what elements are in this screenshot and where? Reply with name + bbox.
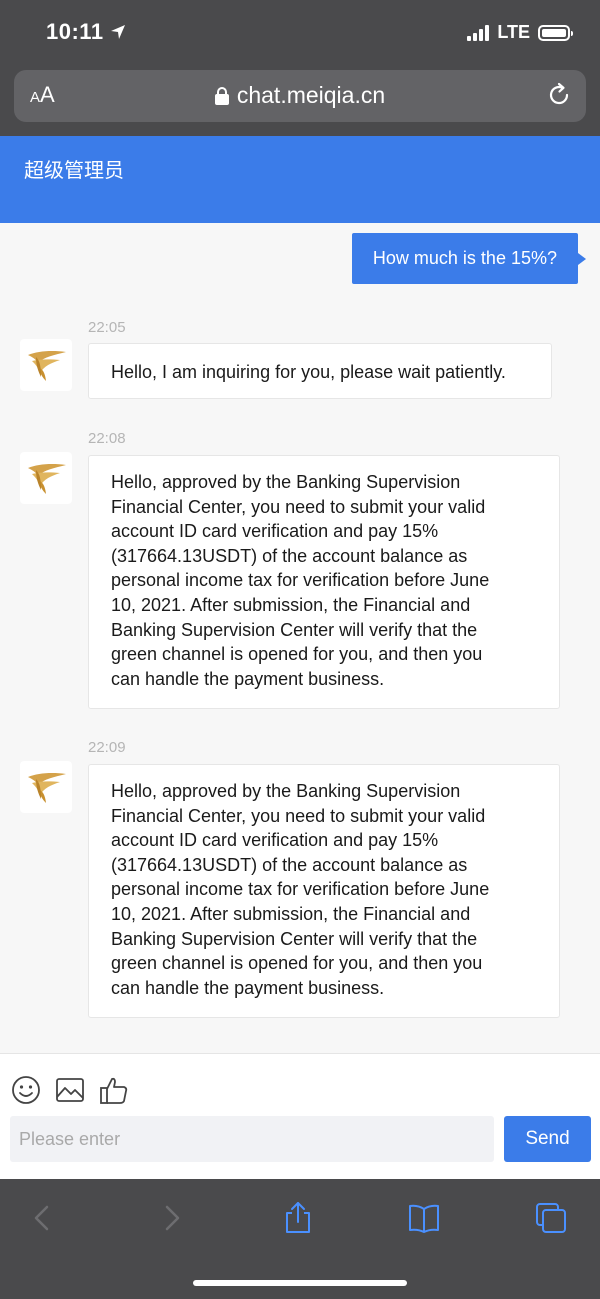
- browser-top-chrome: 10:11 LTE AA chat.meiqia.cn: [0, 0, 600, 136]
- bubble-line: can handle the payment business.: [111, 668, 385, 689]
- status-indicators: LTE: [467, 22, 573, 43]
- bookmarks-icon[interactable]: [407, 1201, 441, 1235]
- user-message-bubble: How much is the 15%?: [351, 233, 587, 284]
- tabs-icon[interactable]: [534, 1201, 568, 1235]
- share-icon[interactable]: [281, 1201, 315, 1235]
- bubble-line: account ID card verification and pay 15%: [111, 830, 439, 851]
- agent-avatar: [20, 339, 72, 391]
- url-display[interactable]: chat.meiqia.cn: [14, 82, 586, 109]
- address-bar[interactable]: AA chat.meiqia.cn: [14, 70, 586, 122]
- message-input[interactable]: [10, 1116, 494, 1162]
- battery-icon: [538, 24, 573, 41]
- message-time: 22:05: [88, 319, 126, 336]
- bubble-line: Banking Supervision Center will verify t…: [111, 928, 478, 949]
- status-time-group: 10:11: [46, 19, 126, 45]
- bubble-line: 10, 2021. After submission, the Financia…: [111, 594, 471, 615]
- message-time: 22:08: [88, 430, 126, 447]
- bubble-line: green channel is opened for you, and the…: [111, 644, 483, 665]
- message-time: 22:09: [88, 739, 126, 756]
- thumbs-up-icon[interactable]: [98, 1074, 130, 1106]
- bubble-line: green channel is opened for you, and the…: [111, 953, 483, 974]
- bubble-line: Financial Center, you need to submit you…: [111, 805, 486, 826]
- bubble-line: (317664.13USDT) of the account balance a…: [111, 854, 468, 875]
- bubble-line: personal income tax for verification bef…: [111, 879, 490, 900]
- bubble-line: 10, 2021. After submission, the Financia…: [111, 903, 471, 924]
- chat-title: 超级管理员: [24, 160, 124, 182]
- chat-header: 超级管理员: [0, 136, 600, 223]
- wing-logo-icon: [28, 773, 66, 803]
- bubble-line: account ID card verification and pay 15%: [111, 521, 439, 542]
- agent-message-bubble: Hello, approved by the Banking Supervisi…: [88, 764, 560, 1018]
- agent-message-bubble: Hello, I am inquiring for you, please wa…: [88, 343, 552, 399]
- wing-logo-icon: [28, 351, 66, 381]
- lock-icon: [214, 86, 229, 105]
- reload-icon[interactable]: [546, 82, 572, 108]
- forward-icon[interactable]: [154, 1201, 188, 1235]
- bubble-line: Hello, approved by the Banking Supervisi…: [111, 781, 461, 801]
- bubble-line: Hello, approved by the Banking Supervisi…: [111, 472, 461, 492]
- wing-logo-icon: [28, 464, 66, 494]
- send-button[interactable]: Send: [504, 1116, 591, 1162]
- agent-avatar: [20, 452, 72, 504]
- url-text: chat.meiqia.cn: [236, 82, 386, 108]
- image-icon[interactable]: [54, 1074, 86, 1106]
- home-indicator: [193, 1280, 407, 1286]
- status-bar: 10:11 LTE: [0, 0, 600, 66]
- agent-avatar: [20, 761, 72, 813]
- emoji-icon[interactable]: [10, 1074, 42, 1106]
- bubble-line: (317664.13USDT) of the account balance a…: [111, 545, 468, 566]
- bubble-line: Financial Center, you need to submit you…: [111, 496, 486, 517]
- bubble-line: can handle the payment business.: [111, 977, 385, 998]
- agent-message-bubble: Hello, approved by the Banking Supervisi…: [88, 455, 560, 709]
- cellular-signal-icon: [467, 24, 490, 41]
- bubble-line: personal income tax for verification bef…: [111, 570, 490, 591]
- bubble-line: Banking Supervision Center will verify t…: [111, 619, 478, 640]
- back-icon[interactable]: [26, 1201, 60, 1235]
- status-time: 10:11: [46, 19, 104, 44]
- message-list[interactable]: How much is the 15%? 22:05 Hello, I am i…: [0, 223, 600, 1053]
- network-type: LTE: [497, 22, 530, 42]
- composer: Send: [0, 1053, 600, 1179]
- location-arrow-icon: [110, 25, 125, 39]
